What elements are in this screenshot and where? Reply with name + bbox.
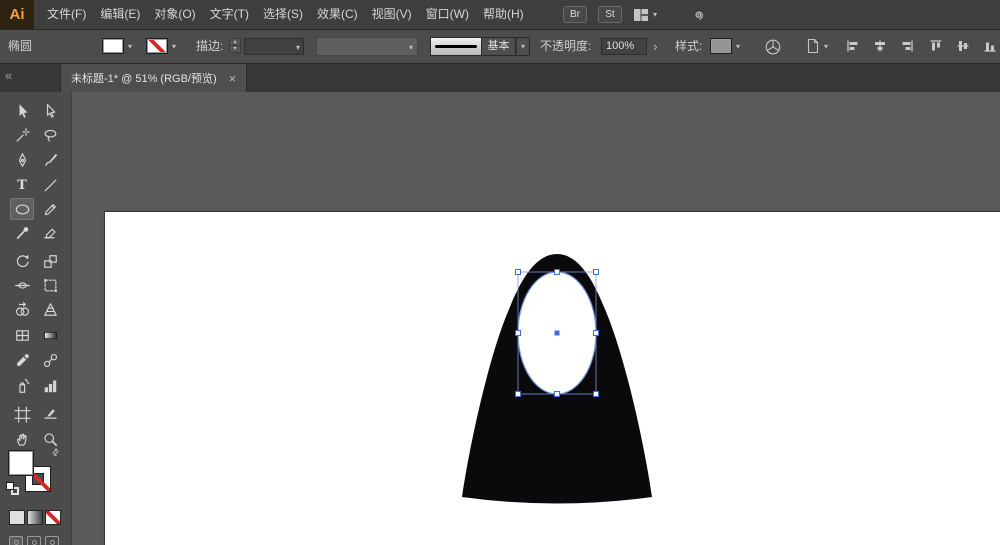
tool-eyedropper[interactable]	[10, 349, 34, 371]
tool-free-transform[interactable]	[38, 274, 62, 296]
menu-item-view[interactable]: 视图(V)	[365, 0, 419, 29]
menu-item-select[interactable]: 选择(S)	[256, 0, 310, 29]
document-setup-button[interactable]	[806, 38, 820, 59]
tool-pencil[interactable]	[38, 198, 62, 220]
color-button[interactable]	[9, 510, 25, 525]
brush-stroke-preview	[430, 37, 482, 56]
align-bottom-button[interactable]	[982, 38, 998, 54]
tool-perspective-grid[interactable]	[38, 298, 62, 320]
tool-symbol-sprayer[interactable]	[10, 375, 34, 397]
caret-down-icon: ▾	[653, 11, 657, 19]
tool-line-segment[interactable]	[38, 174, 62, 196]
tool-blob-brush[interactable]	[10, 222, 34, 244]
tool-gradient[interactable]	[38, 324, 62, 346]
default-fill-stroke-icon[interactable]	[6, 482, 20, 496]
opacity-panel-chevron[interactable]: ›	[653, 30, 658, 62]
align-left-button[interactable]	[845, 38, 861, 54]
opacity-field[interactable]: 100%	[601, 38, 647, 55]
caret-down-icon[interactable]: ▾	[172, 43, 176, 51]
none-button[interactable]	[45, 510, 61, 525]
default-fill-mini	[6, 482, 14, 490]
caret-down-icon: ▾	[409, 44, 413, 52]
tool-type[interactable]: T	[10, 174, 34, 196]
menu-item-type[interactable]: 文字(T)	[203, 0, 256, 29]
style-label: 样式:	[675, 30, 702, 62]
stock-button[interactable]: St	[598, 6, 622, 23]
stroke-weight-combo[interactable]: ▾	[244, 38, 304, 55]
opacity-value: 100%	[602, 39, 646, 54]
context-label: 椭圆	[8, 30, 32, 62]
tool-column-graph[interactable]	[38, 375, 62, 397]
tool-selection[interactable]	[10, 100, 34, 122]
type-tool-glyph: T	[17, 178, 27, 193]
align-middle-vertical-button[interactable]	[955, 38, 971, 54]
tool-rotate[interactable]	[10, 250, 34, 272]
tool-direct-selection[interactable]	[38, 100, 62, 122]
tool-magic-wand[interactable]	[10, 124, 34, 146]
stroke-color-dropdown[interactable]	[146, 38, 168, 54]
tool-shape-builder[interactable]	[10, 298, 34, 320]
tool-width[interactable]	[10, 274, 34, 296]
caret-down-icon[interactable]: ▾	[736, 43, 740, 51]
caret-down-icon: ▾	[516, 37, 530, 56]
document-tab-title: 未标题-1* @ 51% (RGB/预览)	[71, 70, 217, 86]
style-swatch-dropdown[interactable]	[710, 38, 732, 54]
selection-center-point[interactable]	[555, 331, 560, 336]
close-icon[interactable]: ×	[229, 72, 237, 85]
canvas-area[interactable]	[72, 92, 1000, 545]
caret-down-icon[interactable]: ▾	[824, 43, 828, 51]
control-bar: 椭圆 ▾ ▾ 描边: ▴ ▾ ▾ ▾ 基本 ▾ 不透明度: 100% ›	[0, 30, 1000, 64]
menu-item-window[interactable]: 窗口(W)	[419, 0, 476, 29]
tool-artboard[interactable]	[10, 403, 34, 425]
caret-down-icon[interactable]: ▾	[128, 43, 132, 51]
panel-collapse-icon[interactable]: «	[5, 68, 10, 83]
tool-lasso[interactable]	[38, 124, 62, 146]
workspace-switcher[interactable]: ▾	[633, 8, 657, 22]
align-center-horizontal-button[interactable]	[872, 38, 888, 54]
menu-item-object[interactable]: 对象(O)	[147, 0, 202, 29]
tool-eraser[interactable]	[38, 222, 62, 244]
illustrator-window: Ai 文件(F) 编辑(E) 对象(O) 文字(T) 选择(S) 效果(C) 视…	[0, 0, 1000, 545]
document-tab-bar: « 未标题-1* @ 51% (RGB/预览) ×	[0, 64, 1000, 92]
caret-down-icon: ▾	[296, 44, 300, 52]
draw-normal-button[interactable]	[9, 536, 23, 545]
menu-bar: Ai 文件(F) 编辑(E) 对象(O) 文字(T) 选择(S) 效果(C) 视…	[0, 0, 1000, 30]
menu-item-file[interactable]: 文件(F)	[40, 0, 93, 29]
tool-slice[interactable]	[38, 403, 62, 425]
bridge-button[interactable]: Br	[563, 6, 587, 23]
tool-pen[interactable]	[10, 149, 34, 171]
artwork-layer	[105, 212, 1000, 545]
menu-item-help[interactable]: 帮助(H)	[476, 0, 531, 29]
fill-color-control[interactable]	[8, 450, 34, 476]
draw-behind-button[interactable]	[27, 536, 41, 545]
tool-ellipse-selected[interactable]	[10, 198, 34, 220]
draw-inside-button[interactable]	[45, 536, 59, 545]
hand-swirl-icon[interactable]	[690, 7, 706, 28]
tool-zoom[interactable]	[38, 428, 62, 450]
fill-color-dropdown[interactable]	[102, 38, 124, 54]
tool-blend[interactable]	[38, 349, 62, 371]
tool-paintbrush[interactable]	[38, 149, 62, 171]
artboard[interactable]	[105, 212, 1000, 545]
brush-definition-dropdown[interactable]: 基本 ▾	[430, 37, 530, 56]
tool-panel: T	[0, 92, 72, 545]
workspace-layout-icon	[633, 8, 649, 22]
tool-hand[interactable]	[10, 428, 34, 450]
width-profile-dropdown[interactable]: ▾	[316, 37, 418, 56]
menu-item-effect[interactable]: 效果(C)	[310, 0, 365, 29]
app-logo: Ai	[0, 0, 34, 29]
stroke-weight-label: 描边:	[196, 30, 223, 62]
tool-mesh[interactable]	[10, 324, 34, 346]
stroke-weight-stepper[interactable]: ▴ ▾	[229, 38, 241, 53]
recolor-artwork-button[interactable]	[764, 38, 782, 61]
opacity-label: 不透明度:	[540, 30, 591, 62]
gradient-button[interactable]	[27, 510, 43, 525]
document-tab[interactable]: 未标题-1* @ 51% (RGB/预览) ×	[60, 64, 247, 92]
align-top-button[interactable]	[928, 38, 944, 54]
menu-item-edit[interactable]: 编辑(E)	[93, 0, 147, 29]
tool-scale[interactable]	[38, 250, 62, 272]
brush-name: 基本	[482, 37, 516, 56]
align-right-button[interactable]	[899, 38, 915, 54]
step-down-icon[interactable]: ▾	[229, 45, 241, 53]
